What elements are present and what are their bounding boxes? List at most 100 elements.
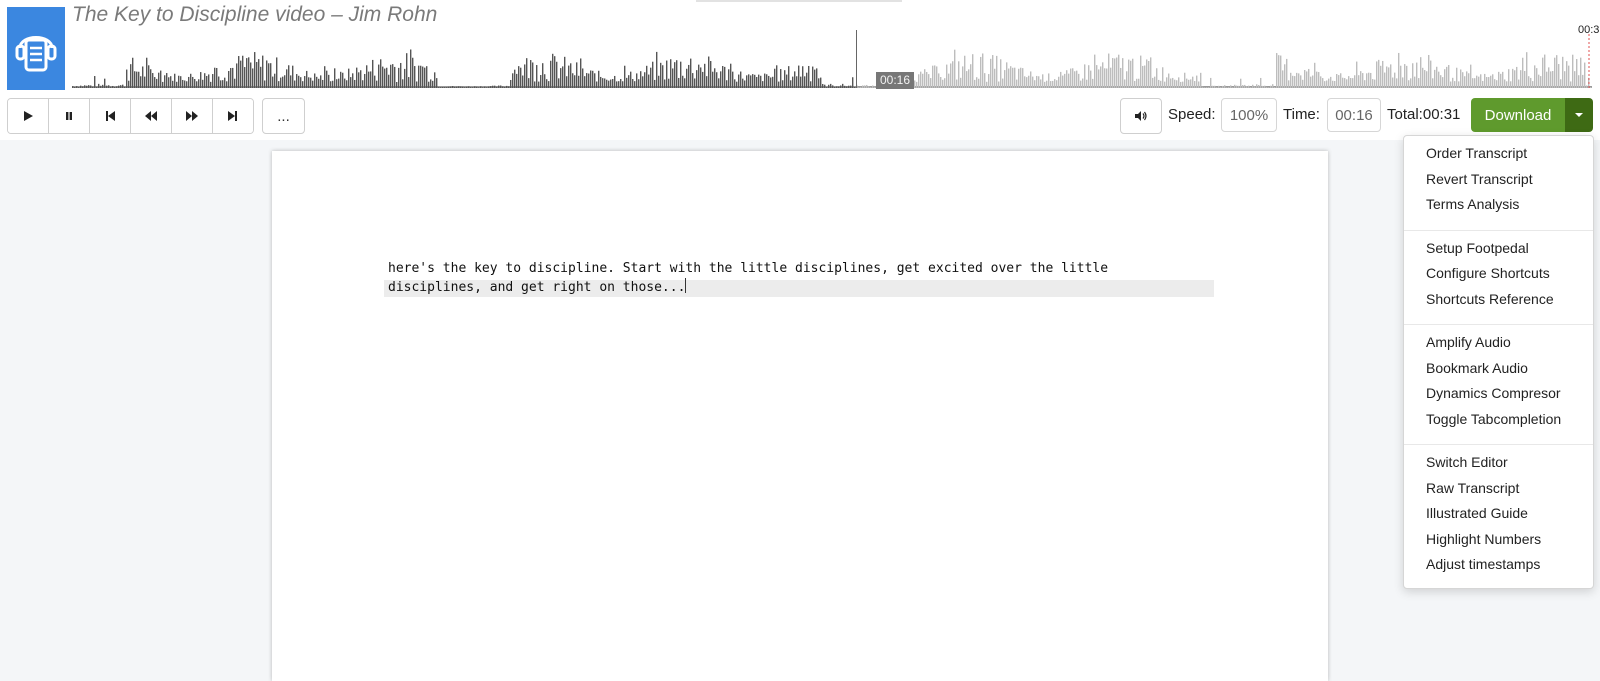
waveform-bar [706, 76, 708, 88]
menu-divider [1404, 444, 1593, 445]
menu-item-highlight-numbers[interactable]: Highlight Numbers [1426, 530, 1541, 548]
waveform-bar [1414, 76, 1416, 88]
fast-forward-button[interactable] [172, 99, 213, 133]
waveform-bar [132, 57, 134, 88]
menu-item-revert-transcript[interactable]: Revert Transcript [1426, 170, 1533, 188]
waveform-bar [1030, 71, 1032, 88]
waveform-bar [688, 64, 690, 88]
time-input[interactable]: 00:16 [1327, 98, 1381, 132]
waveform-bar [1112, 58, 1114, 88]
waveform-bar [324, 66, 326, 88]
waveform-bar [1398, 52, 1400, 88]
menu-item-raw-transcript[interactable]: Raw Transcript [1426, 479, 1519, 497]
waveform-bar [154, 77, 156, 88]
waveform-bar [1006, 62, 1008, 88]
waveform-bar [1366, 73, 1368, 88]
waveform-bar [94, 76, 96, 88]
download-button[interactable]: Download [1471, 98, 1565, 132]
waveform-bar [942, 79, 944, 88]
menu-item-switch-editor[interactable]: Switch Editor [1426, 453, 1508, 471]
skip-back-button[interactable] [90, 99, 131, 133]
menu-item-shortcuts-reference[interactable]: Shortcuts Reference [1426, 290, 1554, 308]
waveform-bar [134, 71, 136, 88]
rewind-button[interactable] [131, 99, 172, 133]
waveform-bar [1186, 78, 1188, 88]
waveform-bar [1158, 79, 1160, 88]
waveform-bar [818, 78, 820, 88]
speed-input[interactable]: 100% [1221, 98, 1277, 132]
waveform-bar [314, 73, 316, 88]
waveform-bar [1426, 71, 1428, 88]
waveform-bar [1000, 59, 1002, 88]
skip-forward-button[interactable] [213, 99, 253, 133]
waveform-bar [748, 74, 750, 88]
waveform-bar [1554, 57, 1556, 88]
waveform-bar [816, 68, 818, 88]
waveform-bar [1386, 66, 1388, 88]
waveform-bar [1042, 74, 1044, 88]
menu-divider [1404, 324, 1593, 325]
waveform-bar [246, 58, 248, 88]
transcript-editor[interactable]: here's the key to discipline. Start with… [272, 151, 1328, 681]
waveform-bar [214, 67, 216, 88]
menu-item-toggle-tabcompletion[interactable]: Toggle Tabcompletion [1426, 410, 1561, 428]
waveform-bar [668, 78, 670, 88]
waveform-bar [1500, 73, 1502, 88]
menu-item-adjust-timestamps[interactable]: Adjust timestamps [1426, 555, 1540, 573]
menu-item-bookmark-audio[interactable]: Bookmark Audio [1426, 359, 1528, 377]
playhead[interactable] [856, 30, 857, 88]
waveform-bar [1092, 78, 1094, 88]
waveform-bar [846, 86, 848, 88]
waveform-bar [920, 71, 922, 88]
waveform-bar [434, 72, 436, 88]
waveform-bar [750, 75, 752, 88]
waveform-bar [1200, 72, 1202, 88]
waveform-bar [1004, 70, 1006, 88]
waveform-bar [786, 74, 788, 88]
menu-item-setup-footpedal[interactable]: Setup Footpedal [1426, 239, 1529, 257]
waveform-bar [538, 81, 540, 88]
waveform-bar [826, 87, 828, 88]
pause-button[interactable] [49, 99, 90, 133]
menu-item-configure-shortcuts[interactable]: Configure Shortcuts [1426, 264, 1550, 282]
waveform-bar [86, 85, 88, 88]
waveform-bar [296, 74, 298, 88]
volume-button[interactable] [1120, 98, 1162, 134]
waveform-bar [1210, 77, 1212, 88]
waveform-bar [488, 86, 490, 88]
waveform-bar [1578, 75, 1580, 88]
waveform-bar [388, 74, 390, 88]
waveform-bar [1288, 80, 1290, 88]
play-button[interactable] [8, 99, 49, 133]
more-options-button[interactable]: ... [262, 98, 305, 134]
waveform-bar [804, 76, 806, 88]
transcript-paragraph[interactable]: here's the key to discipline. Start with… [388, 260, 1218, 297]
waveform-bar [302, 81, 304, 88]
waveform-bar [172, 80, 174, 88]
waveform-bar [1490, 75, 1492, 88]
waveform-bar [1068, 73, 1070, 88]
waveform-bar [1334, 80, 1336, 88]
menu-item-dynamics-compresor[interactable]: Dynamics Compresor [1426, 384, 1561, 402]
menu-item-illustrated-guide[interactable]: Illustrated Guide [1426, 504, 1528, 522]
download-menu-toggle[interactable] [1565, 98, 1593, 132]
waveform-bar [1348, 76, 1350, 88]
waveform-bar [1422, 67, 1424, 88]
menu-item-terms-analysis[interactable]: Terms Analysis [1426, 195, 1519, 213]
waveform-bar [1374, 79, 1376, 88]
waveform-bar [1060, 71, 1062, 88]
waveform-bar [480, 86, 482, 88]
waveform-bar [262, 55, 264, 88]
menu-item-order-transcript[interactable]: Order Transcript [1426, 144, 1527, 162]
audio-waveform[interactable] [72, 28, 1592, 90]
waveform-bar [1438, 71, 1440, 88]
waveform-bar [294, 80, 296, 88]
menu-item-amplify-audio[interactable]: Amplify Audio [1426, 333, 1511, 351]
waveform-bar [1494, 79, 1496, 88]
headphones-transcript-icon[interactable] [7, 7, 65, 90]
waveform-bar [1044, 81, 1046, 88]
download-dropdown-menu: Order Transcript Revert Transcript Terms A… [1403, 135, 1594, 589]
waveform-bar [334, 68, 336, 88]
waveform-bar [558, 78, 560, 88]
waveform-bar [812, 66, 814, 88]
